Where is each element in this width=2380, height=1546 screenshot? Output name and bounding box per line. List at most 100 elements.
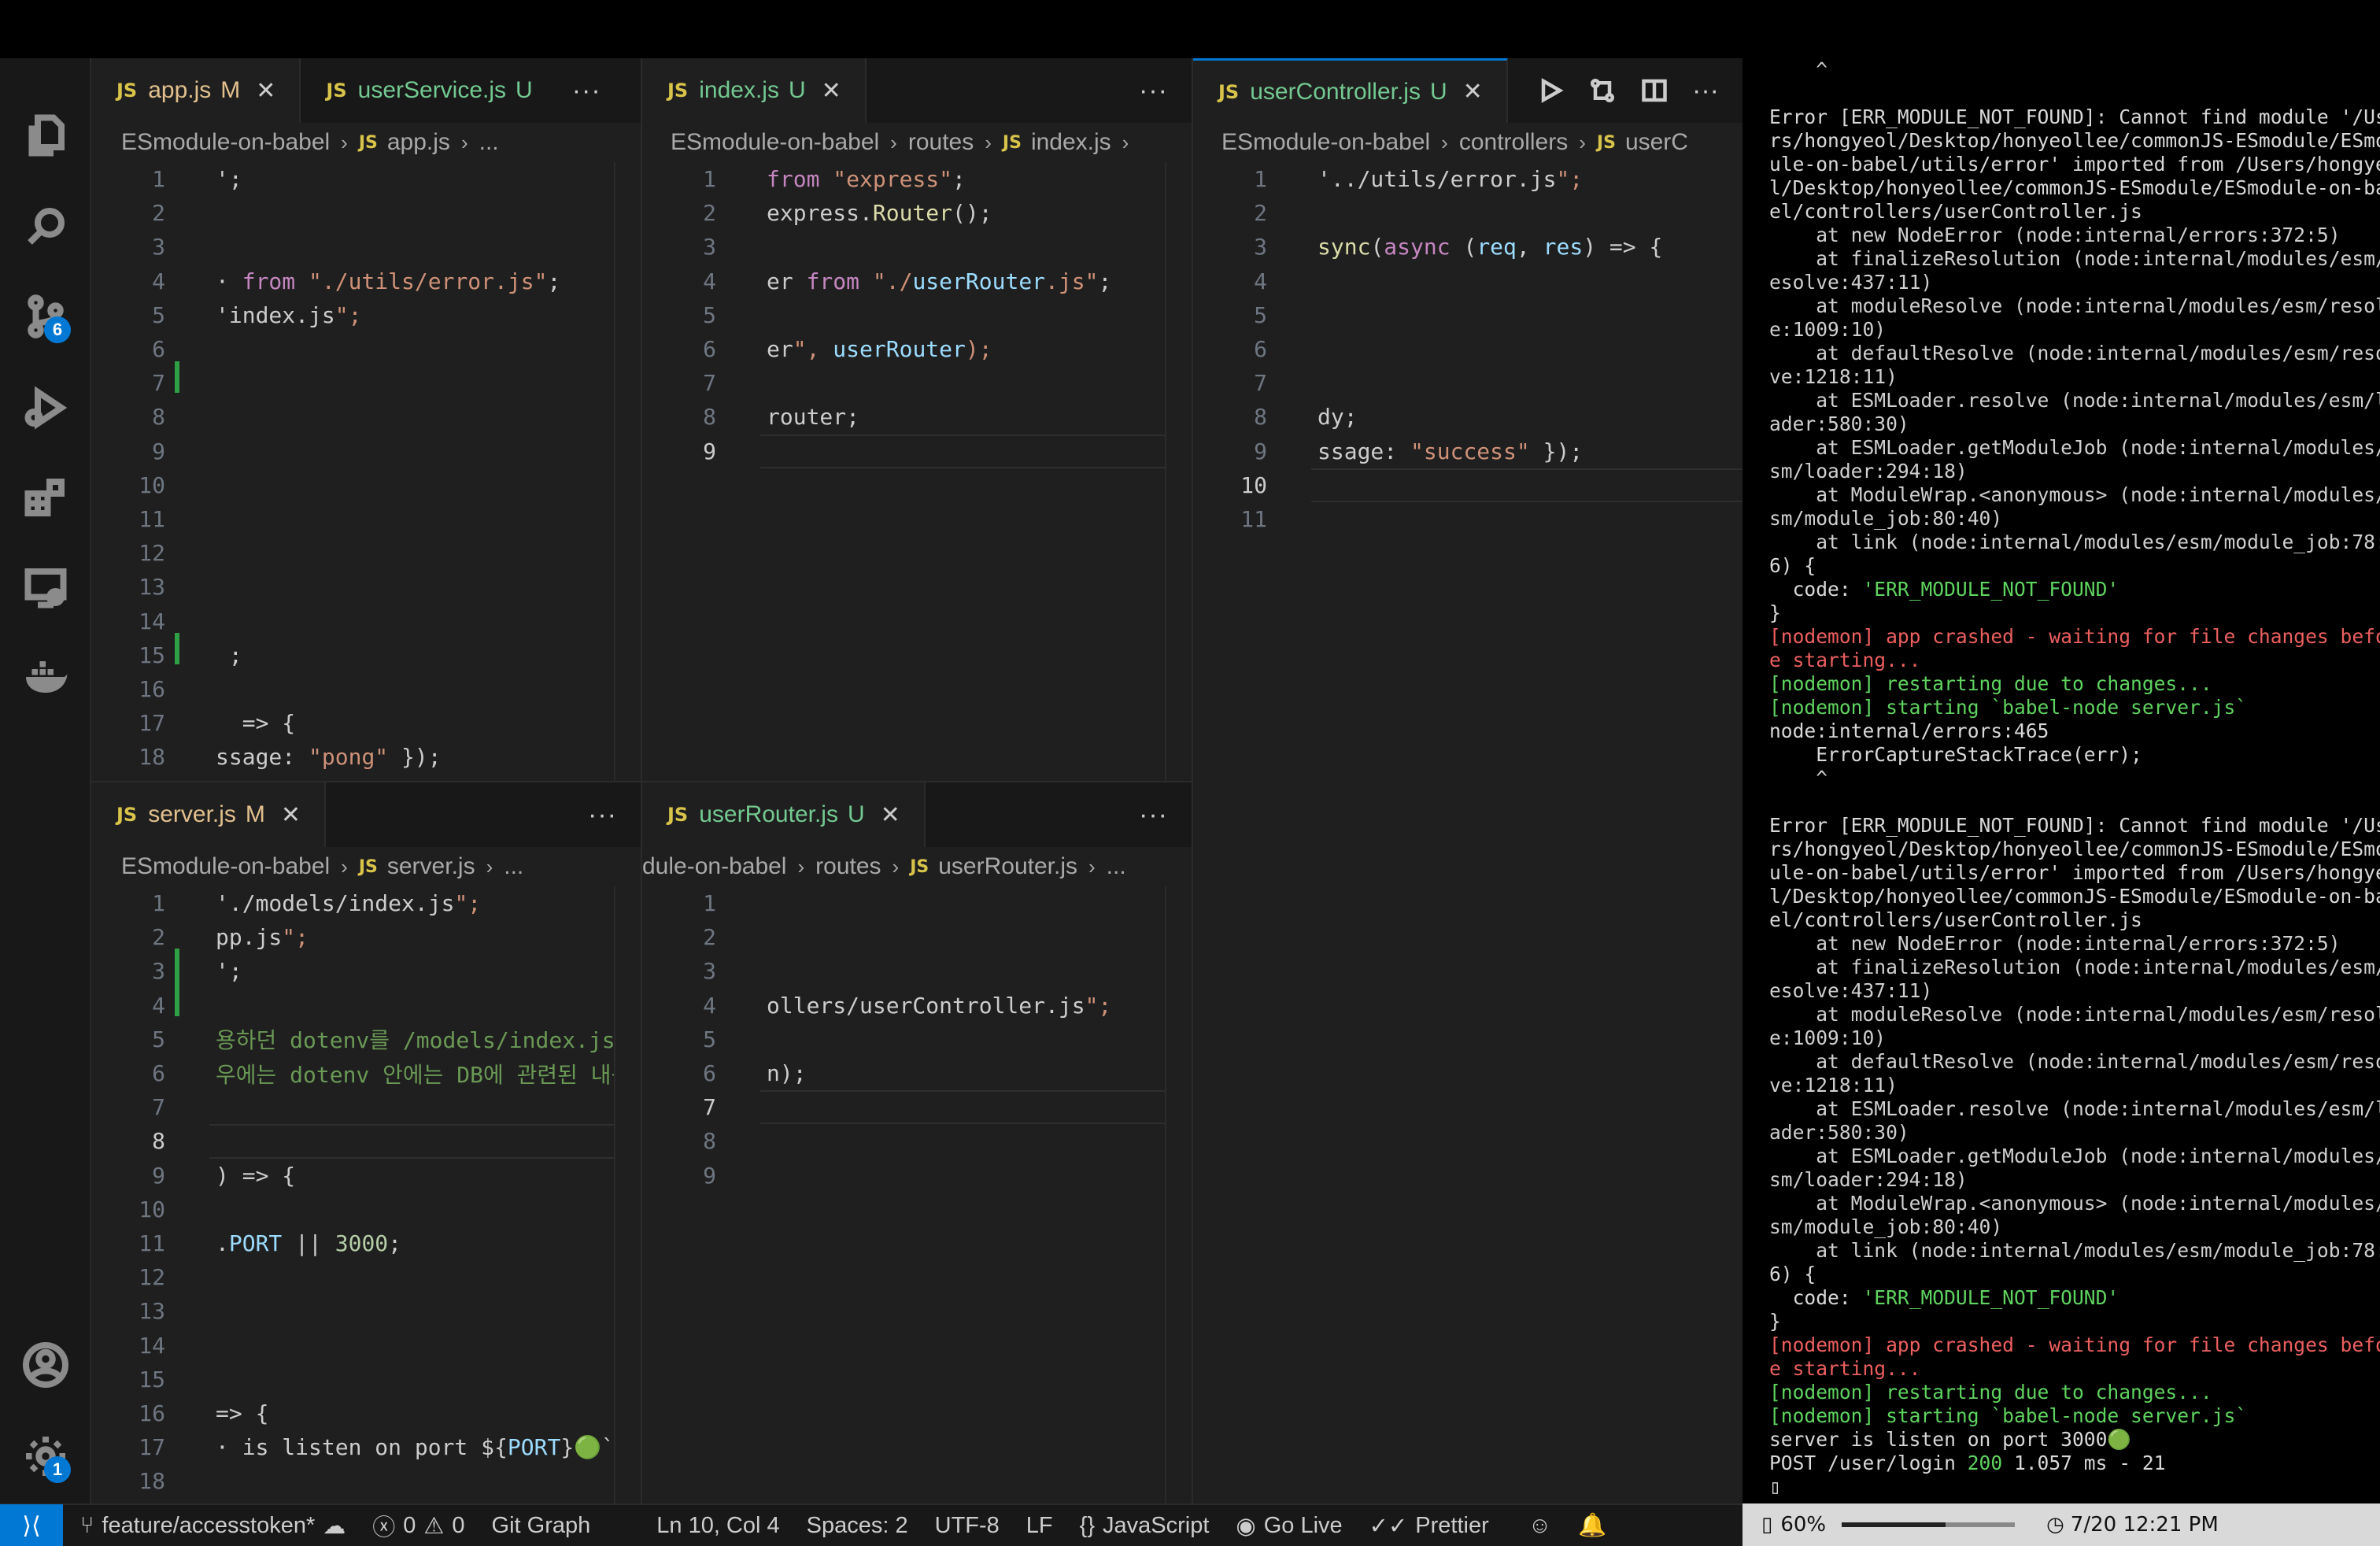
code-line[interactable]: 18 — [91, 1464, 641, 1498]
tab-usercontroller-js[interactable]: JS userController.js U ✕ — [1193, 58, 1508, 123]
code-line[interactable]: 18 ssage: "pong" }); — [91, 740, 641, 774]
breadcrumb-file[interactable]: userC — [1625, 129, 1688, 156]
code-line[interactable]: 7 — [642, 1090, 1192, 1124]
code-line[interactable]: 7 — [91, 1090, 641, 1124]
split-editor-icon[interactable] — [1640, 76, 1669, 105]
code-line[interactable]: 8 dy; — [1193, 400, 1743, 434]
code-line[interactable]: 14 — [91, 1329, 641, 1363]
run-debug-icon[interactable] — [17, 379, 74, 436]
bell-icon[interactable]: 🔔 — [1578, 1512, 1606, 1539]
code-line[interactable]: 7 — [91, 366, 641, 400]
code-line[interactable]: 3 — [642, 954, 1192, 988]
code-line[interactable]: 2 pp.js"; — [91, 920, 641, 954]
code-line[interactable]: 2 express.Router(); — [642, 196, 1192, 230]
code-line[interactable]: 1 './models/index.js"; — [91, 886, 641, 920]
minimap[interactable] — [614, 162, 641, 781]
code-line[interactable]: 8 — [642, 1124, 1192, 1158]
more-actions-icon[interactable]: ··· — [1692, 76, 1719, 106]
close-icon[interactable]: ✕ — [281, 801, 301, 829]
breadcrumb-symbol[interactable]: ... — [479, 129, 499, 156]
more-actions-icon[interactable]: ··· — [1139, 58, 1168, 123]
code-line[interactable]: 14 — [91, 605, 641, 638]
code-editor[interactable]: 1 '../utils/error.js"; 2 3 sync(async (req, … — [1193, 162, 1743, 1503]
indentation[interactable]: Spaces: 2 — [807, 1513, 908, 1539]
code-line[interactable]: 17 · is listen on port ${PORT}🟢`); — [91, 1430, 641, 1464]
go-live-button[interactable]: ◉ Go Live — [1236, 1512, 1342, 1540]
code-line[interactable]: 3 sync(async (req, res) => { — [1193, 230, 1743, 264]
code-line[interactable]: 16 => { — [91, 1396, 641, 1430]
tab-app-js[interactable]: JS app.js M ✕ — [91, 58, 301, 123]
compare-changes-icon[interactable] — [1588, 76, 1617, 105]
code-line[interactable]: 1 '; — [91, 162, 641, 196]
tab-userrouter-js[interactable]: JS userRouter.js U ✕ — [642, 782, 926, 847]
close-icon[interactable]: ✕ — [881, 801, 900, 829]
breadcrumb-folder[interactable]: dule-on-babel — [642, 853, 786, 880]
search-icon[interactable] — [17, 198, 74, 255]
code-line[interactable]: 2 — [91, 196, 641, 230]
language-mode[interactable]: {} JavaScript — [1080, 1513, 1210, 1539]
code-line[interactable]: 12 — [91, 1260, 641, 1294]
code-line[interactable]: 4 er from "./userRouter.js"; — [642, 264, 1192, 298]
breadcrumb-file[interactable]: userRouter.js — [938, 853, 1077, 880]
code-line[interactable]: 6 — [1193, 332, 1743, 366]
code-line[interactable]: 8 — [91, 400, 641, 434]
docker-icon[interactable] — [17, 649, 74, 705]
breadcrumb-file[interactable]: server.js — [387, 853, 475, 880]
code-line[interactable]: 6 — [91, 332, 641, 366]
terminal[interactable]: ^ Error [ERR_MODULE_NOT_FOUND]: Cannot f… — [1743, 58, 2380, 1503]
branch-indicator[interactable]: ⑂ feature/accesstoken* ☁ — [80, 1512, 346, 1540]
code-line[interactable]: 10 — [91, 1193, 641, 1226]
code-line[interactable]: 13 — [91, 1294, 641, 1328]
breadcrumb-symbol[interactable]: ... — [504, 853, 523, 880]
code-line[interactable]: 8 — [91, 1124, 641, 1158]
code-line[interactable]: 11 — [1193, 502, 1743, 536]
code-line[interactable]: 1 from "express"; — [642, 162, 1192, 196]
remote-indicator-icon[interactable]: ⟩⟨ — [0, 1504, 63, 1546]
code-line[interactable]: 10 — [1193, 468, 1743, 502]
explorer-icon[interactable] — [17, 107, 74, 164]
code-line[interactable]: 9 — [91, 435, 641, 468]
code-line[interactable]: 11 — [91, 502, 641, 536]
code-line[interactable]: 5 — [1193, 298, 1743, 332]
code-line[interactable]: 12 — [91, 536, 641, 570]
code-line[interactable]: 5 'index.js"; — [91, 298, 641, 332]
tab-server-js[interactable]: JS server.js M ✕ — [91, 782, 327, 847]
code-line[interactable]: 8 router; — [642, 400, 1192, 434]
code-line[interactable]: 15 ; — [91, 638, 641, 672]
code-line[interactable]: 11 .PORT || 3000; — [91, 1226, 641, 1260]
code-line[interactable]: 6 er", userRouter); — [642, 332, 1192, 366]
breadcrumb-folder[interactable]: controllers — [1459, 129, 1568, 156]
code-line[interactable]: 3 '; — [91, 954, 641, 988]
code-line[interactable]: 16 — [91, 672, 641, 706]
git-graph-button[interactable]: Git Graph — [492, 1513, 591, 1539]
code-line[interactable]: 7 — [642, 366, 1192, 400]
problems-indicator[interactable]: ⓧ 0 ⚠ 0 — [372, 1509, 464, 1542]
code-line[interactable]: 10 — [91, 468, 641, 502]
breadcrumb-folder[interactable]: ESmodule-on-babel — [121, 853, 330, 880]
code-line[interactable]: 1 — [642, 886, 1192, 920]
breadcrumb-folder[interactable]: routes — [815, 853, 881, 880]
feedback-icon[interactable]: ☺ — [1528, 1513, 1552, 1539]
code-line[interactable]: 9) => { — [91, 1159, 641, 1193]
minimap[interactable] — [1165, 886, 1192, 1503]
code-line[interactable]: 1 '../utils/error.js"; — [1193, 162, 1743, 196]
code-editor[interactable]: 1 './models/index.js"; 2 pp.js"; 3 '; 4 5 용하던 do… — [91, 886, 641, 1503]
code-line[interactable]: 9 — [642, 1159, 1192, 1193]
code-line[interactable]: 4 — [91, 989, 641, 1023]
code-line[interactable]: 9 ssage: "success" }); — [1193, 435, 1743, 468]
end-of-line[interactable]: LF — [1026, 1513, 1053, 1539]
code-line[interactable]: 15 — [91, 1363, 641, 1396]
accounts-icon[interactable] — [17, 1337, 74, 1393]
code-line[interactable]: 5 용하던 dotenv를 /models/index.js로 — [91, 1023, 641, 1056]
minimap[interactable] — [1165, 162, 1192, 781]
code-line[interactable]: 4 · from "./utils/error.js"; — [91, 264, 641, 298]
minimap[interactable] — [614, 886, 641, 1503]
close-icon[interactable]: ✕ — [822, 77, 841, 105]
run-icon[interactable] — [1536, 76, 1565, 105]
code-line[interactable]: 4 ollers/userController.js"; — [642, 989, 1192, 1023]
prettier-button[interactable]: ✓✓ Prettier — [1369, 1512, 1489, 1540]
breadcrumb-file[interactable]: index.js — [1031, 129, 1111, 156]
cursor-position[interactable]: Ln 10, Col 4 — [656, 1513, 779, 1539]
code-line[interactable]: 13 — [91, 570, 641, 604]
breadcrumb-file[interactable]: app.js — [387, 129, 450, 156]
